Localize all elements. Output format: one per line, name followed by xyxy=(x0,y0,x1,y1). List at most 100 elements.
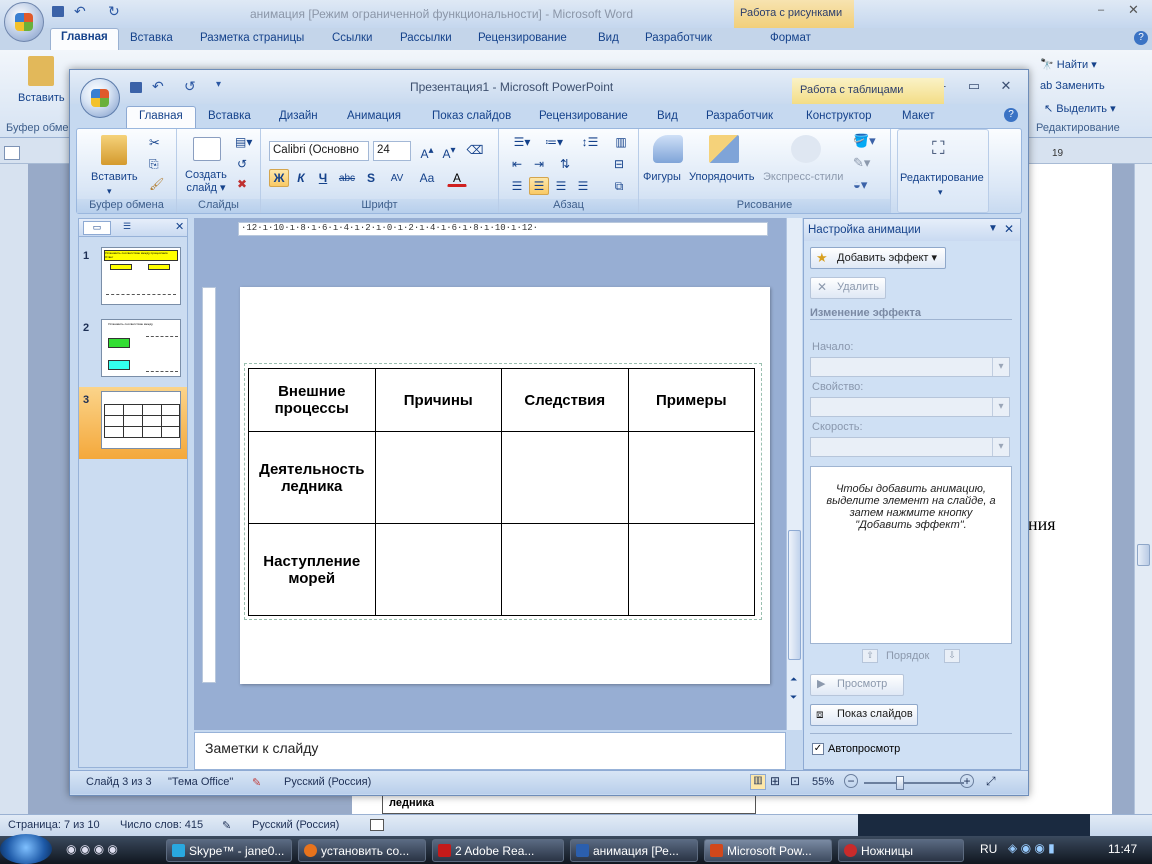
task-pane-close-icon[interactable]: ✕ xyxy=(1004,222,1014,236)
editing-group[interactable]: ⛶ Редактирование ▾ xyxy=(897,129,989,213)
autopreview-checkbox[interactable]: ✓ xyxy=(812,743,824,755)
word-help-icon[interactable]: ? xyxy=(1134,31,1148,45)
animation-list[interactable]: Чтобы добавить анимацию, выделите элемен… xyxy=(810,466,1012,644)
increase-indent-icon[interactable]: ⇥ xyxy=(529,155,549,173)
ppt-tab-table-design[interactable]: Конструктор xyxy=(806,110,872,122)
slide-scroll-thumb[interactable] xyxy=(788,530,801,660)
taskbar-item-adobe[interactable]: 2 Adobe Rea... xyxy=(432,839,564,862)
table-cell[interactable] xyxy=(374,523,502,616)
language-indicator[interactable]: RU xyxy=(980,842,997,856)
add-effect-button[interactable]: ★ Добавить эффект ▾ xyxy=(810,247,946,269)
ppt-customize-qat-icon[interactable]: ▾ xyxy=(216,79,221,90)
word-replace-button[interactable]: ab Заменить xyxy=(1040,80,1105,92)
zoom-level[interactable]: 55% xyxy=(812,776,834,788)
decrease-indent-icon[interactable]: ⇤ xyxy=(507,155,527,173)
slide-table[interactable]: Внешние процессы Причины Следствия Приме… xyxy=(248,368,755,616)
table-cell[interactable] xyxy=(501,523,629,616)
line-spacing-icon[interactable]: ↕☰ xyxy=(575,133,605,151)
editing-button[interactable]: Редактирование xyxy=(900,172,984,185)
table-cell[interactable] xyxy=(627,523,755,616)
ppt-tab-slideshow[interactable]: Показ слайдов xyxy=(432,110,511,122)
word-tab-layout[interactable]: Разметка страницы xyxy=(200,32,304,44)
preview-button[interactable]: ▶ Просмотр xyxy=(810,674,904,696)
strikethrough-button[interactable]: abc xyxy=(335,169,359,187)
remove-effect-button[interactable]: ✕ Удалить xyxy=(810,277,886,299)
slideshow-button[interactable]: ⧈ Показ слайдов xyxy=(810,704,918,726)
taskbar-item-browser[interactable]: установить со... xyxy=(298,839,426,862)
word-tab-mailings[interactable]: Рассылки xyxy=(400,32,452,44)
change-case-button[interactable]: Aa xyxy=(413,169,441,187)
word-status-words[interactable]: Число слов: 415 xyxy=(120,819,203,831)
cut-icon[interactable]: ✂ xyxy=(149,135,160,151)
layout-icon[interactable]: ▤▾ xyxy=(235,135,252,149)
word-macro-icon[interactable] xyxy=(370,819,384,831)
ppt-tab-table-layout[interactable]: Макет xyxy=(902,110,935,122)
word-tab-view[interactable]: Вид xyxy=(598,32,619,44)
shadow-button[interactable]: S xyxy=(361,169,381,187)
italic-button[interactable]: К xyxy=(291,169,311,187)
ppt-tab-animation[interactable]: Анимация xyxy=(347,110,401,122)
table-cell[interactable]: Следствия xyxy=(501,368,629,432)
taskbar-item-snipping[interactable]: Ножницы xyxy=(838,839,964,862)
columns-icon[interactable]: ▥ xyxy=(609,133,633,151)
table-cell[interactable]: Наступление морей xyxy=(248,523,376,616)
ppt-close-button[interactable]: ✕ xyxy=(992,78,1020,94)
slides-tab[interactable]: ▭ xyxy=(83,221,111,235)
table-cell[interactable]: Примеры xyxy=(627,368,755,432)
align-right-icon[interactable]: ☰ xyxy=(551,177,571,195)
word-tab-developer[interactable]: Разработчик xyxy=(645,32,712,44)
word-tab-review[interactable]: Рецензирование xyxy=(478,32,567,44)
word-tab-format[interactable]: Формат xyxy=(770,32,811,44)
status-language[interactable]: Русский (Россия) xyxy=(284,776,371,788)
status-theme[interactable]: "Тема Office" xyxy=(168,776,233,788)
move-down-icon[interactable]: ⇩ xyxy=(944,649,960,663)
justify-icon[interactable]: ☰ xyxy=(573,177,593,195)
notes-pane[interactable]: Заметки к слайду xyxy=(194,732,786,770)
table-cell[interactable]: Деятельность ледника xyxy=(248,431,376,524)
paste-button[interactable]: Вставить xyxy=(91,171,138,184)
paste-dropdown-icon[interactable]: ▾ xyxy=(107,185,112,198)
normal-view-icon[interactable]: ▥ xyxy=(750,774,766,790)
word-scroll-thumb[interactable] xyxy=(1137,544,1150,566)
word-tab-references[interactable]: Ссылки xyxy=(332,32,373,44)
quicklaunch-icons[interactable]: ◉ ◉ ◉ ◉ xyxy=(66,842,118,856)
format-painter-icon[interactable]: 🖌 xyxy=(149,177,164,191)
ppt-tab-view[interactable]: Вид xyxy=(657,110,678,122)
task-pane-menu-icon[interactable]: ▼ xyxy=(988,223,998,234)
text-direction-icon[interactable]: ⇅ xyxy=(555,155,575,173)
word-tab-selector[interactable] xyxy=(4,146,20,160)
outline-tab[interactable]: ☰ xyxy=(113,221,141,235)
taskbar-item-powerpoint[interactable]: Microsoft Pow... xyxy=(704,839,832,862)
delete-slide-icon[interactable]: ✖ xyxy=(237,177,247,191)
word-paste-button[interactable]: Вставить xyxy=(18,92,65,104)
quick-styles-button[interactable]: Экспресс-стили xyxy=(763,171,843,184)
clock[interactable]: 11:47 xyxy=(1108,842,1137,856)
ppt-redo-icon[interactable]: ↺ xyxy=(184,78,196,95)
shape-effects-icon[interactable]: ◒▾ xyxy=(853,177,867,193)
char-spacing-button[interactable]: AV xyxy=(383,169,411,187)
table-cell[interactable]: Внешние процессы xyxy=(248,368,376,432)
font-size-combo[interactable]: 24 xyxy=(373,141,411,161)
table-cell[interactable] xyxy=(501,431,629,524)
align-left-icon[interactable]: ☰ xyxy=(507,177,527,195)
word-minimize-button[interactable]: ‒ xyxy=(1098,4,1104,16)
slide-canvas[interactable]: Внешние процессы Причины Следствия Приме… xyxy=(240,287,770,684)
word-undo-icon[interactable]: ↶ xyxy=(74,3,86,20)
smartart-icon[interactable]: ⧉ xyxy=(609,177,629,195)
ppt-help-icon[interactable]: ? xyxy=(1004,108,1018,122)
bullets-icon[interactable]: ☰▾ xyxy=(507,133,537,151)
new-slide-button[interactable]: Создать слайд ▾ xyxy=(185,169,227,195)
table-cell[interactable] xyxy=(374,431,502,524)
ppt-undo-icon[interactable]: ↶ xyxy=(152,78,164,95)
word-status-page[interactable]: Страница: 7 из 10 xyxy=(8,819,100,831)
ppt-tab-insert[interactable]: Вставка xyxy=(208,110,251,122)
clear-format-icon[interactable]: ⌫ xyxy=(465,141,485,159)
word-tab-home[interactable]: Главная xyxy=(50,28,119,50)
zoom-out-icon[interactable]: − xyxy=(844,774,858,788)
spellcheck-icon[interactable]: ✎ xyxy=(252,776,261,789)
move-up-icon[interactable]: ⇧ xyxy=(862,649,878,663)
taskbar-item-word[interactable]: анимация [Ре... xyxy=(570,839,698,862)
property-select[interactable] xyxy=(810,397,1010,417)
word-status-lang[interactable]: Русский (Россия) xyxy=(252,819,339,831)
copy-icon[interactable]: ⎘ xyxy=(149,157,159,172)
